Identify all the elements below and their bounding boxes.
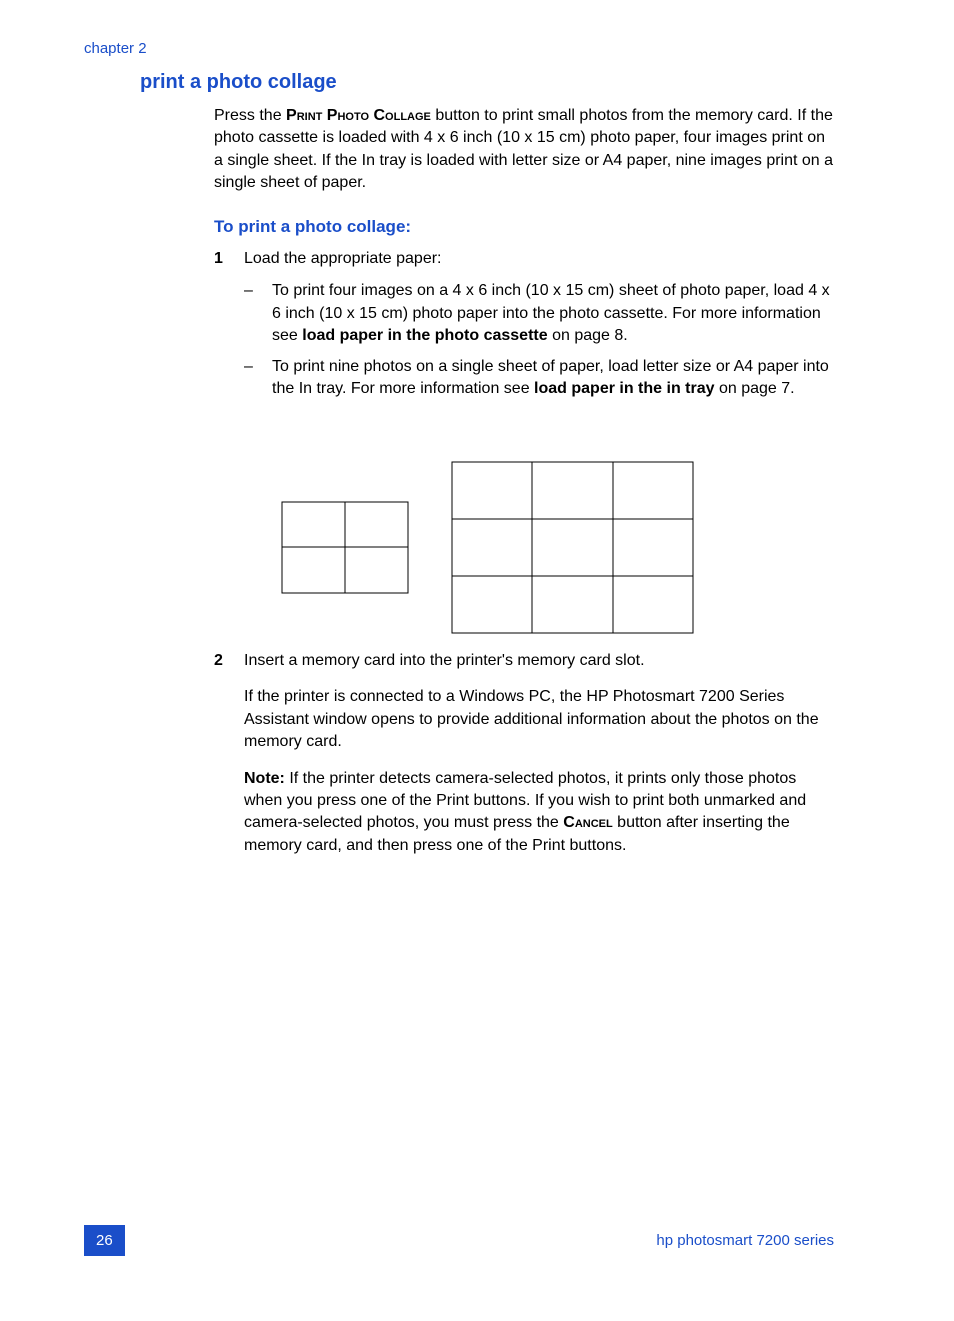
bullet2-post: on page 7. [715,380,795,397]
bullet-2-text: To print nine photos on a single sheet o… [272,356,834,401]
bullet-1-text: To print four images on a 4 x 6 inch (10… [272,280,834,347]
intro-paragraph: Press the Print Photo Collage button to … [214,105,834,195]
footer-product: hp photosmart 7200 series [656,1230,834,1251]
note-label: Note: [244,770,285,787]
page-footer: 26 hp photosmart 7200 series [84,1225,834,1256]
step-1-number: 1 [214,248,244,270]
chapter-label: chapter 2 [84,38,147,59]
step-2-text: Insert a memory card into the printer's … [244,650,834,672]
spacer [214,686,244,753]
subheading-text: To print a photo collage: [214,217,411,236]
step-1-bullet-2: – To print nine photos on a single sheet… [244,356,834,401]
intro-pre: Press the [214,107,286,124]
step-1-text: Load the appropriate paper: [244,248,834,270]
step-2-para2: If the printer is connected to a Windows… [214,686,834,753]
step-list-1: 1 Load the appropriate paper: – To print… [214,248,834,400]
bullet-dash: – [244,280,272,347]
spacer [214,768,244,858]
collage-diagrams [280,460,695,635]
step-2-number: 2 [214,650,244,672]
cancel-button-ref: Cancel [563,814,612,831]
bullet1-post: on page 8. [548,327,628,344]
step-list-2: 2 Insert a memory card into the printer'… [214,650,834,867]
four-up-grid-icon [280,500,410,595]
step-1: 1 Load the appropriate paper: [214,248,834,270]
step-2: 2 Insert a memory card into the printer'… [214,650,834,672]
procedure-subheading: To print a photo collage: [214,215,834,239]
note-text: Note: If the printer detects camera-sele… [244,768,834,858]
print-photo-collage-button-ref: Print Photo Collage [286,107,431,124]
page-number: 26 [84,1225,125,1256]
step-1-bullet-1: – To print four images on a 4 x 6 inch (… [244,280,834,347]
step-2-note: Note: If the printer detects camera-sele… [214,768,834,858]
section-heading: print a photo collage [140,68,337,96]
bullet2-bold: load paper in the in tray [534,380,714,397]
bullet-dash: – [244,356,272,401]
step-2-para2-text: If the printer is connected to a Windows… [244,686,834,753]
nine-up-grid-icon [450,460,695,635]
bullet1-bold: load paper in the photo cassette [302,327,547,344]
